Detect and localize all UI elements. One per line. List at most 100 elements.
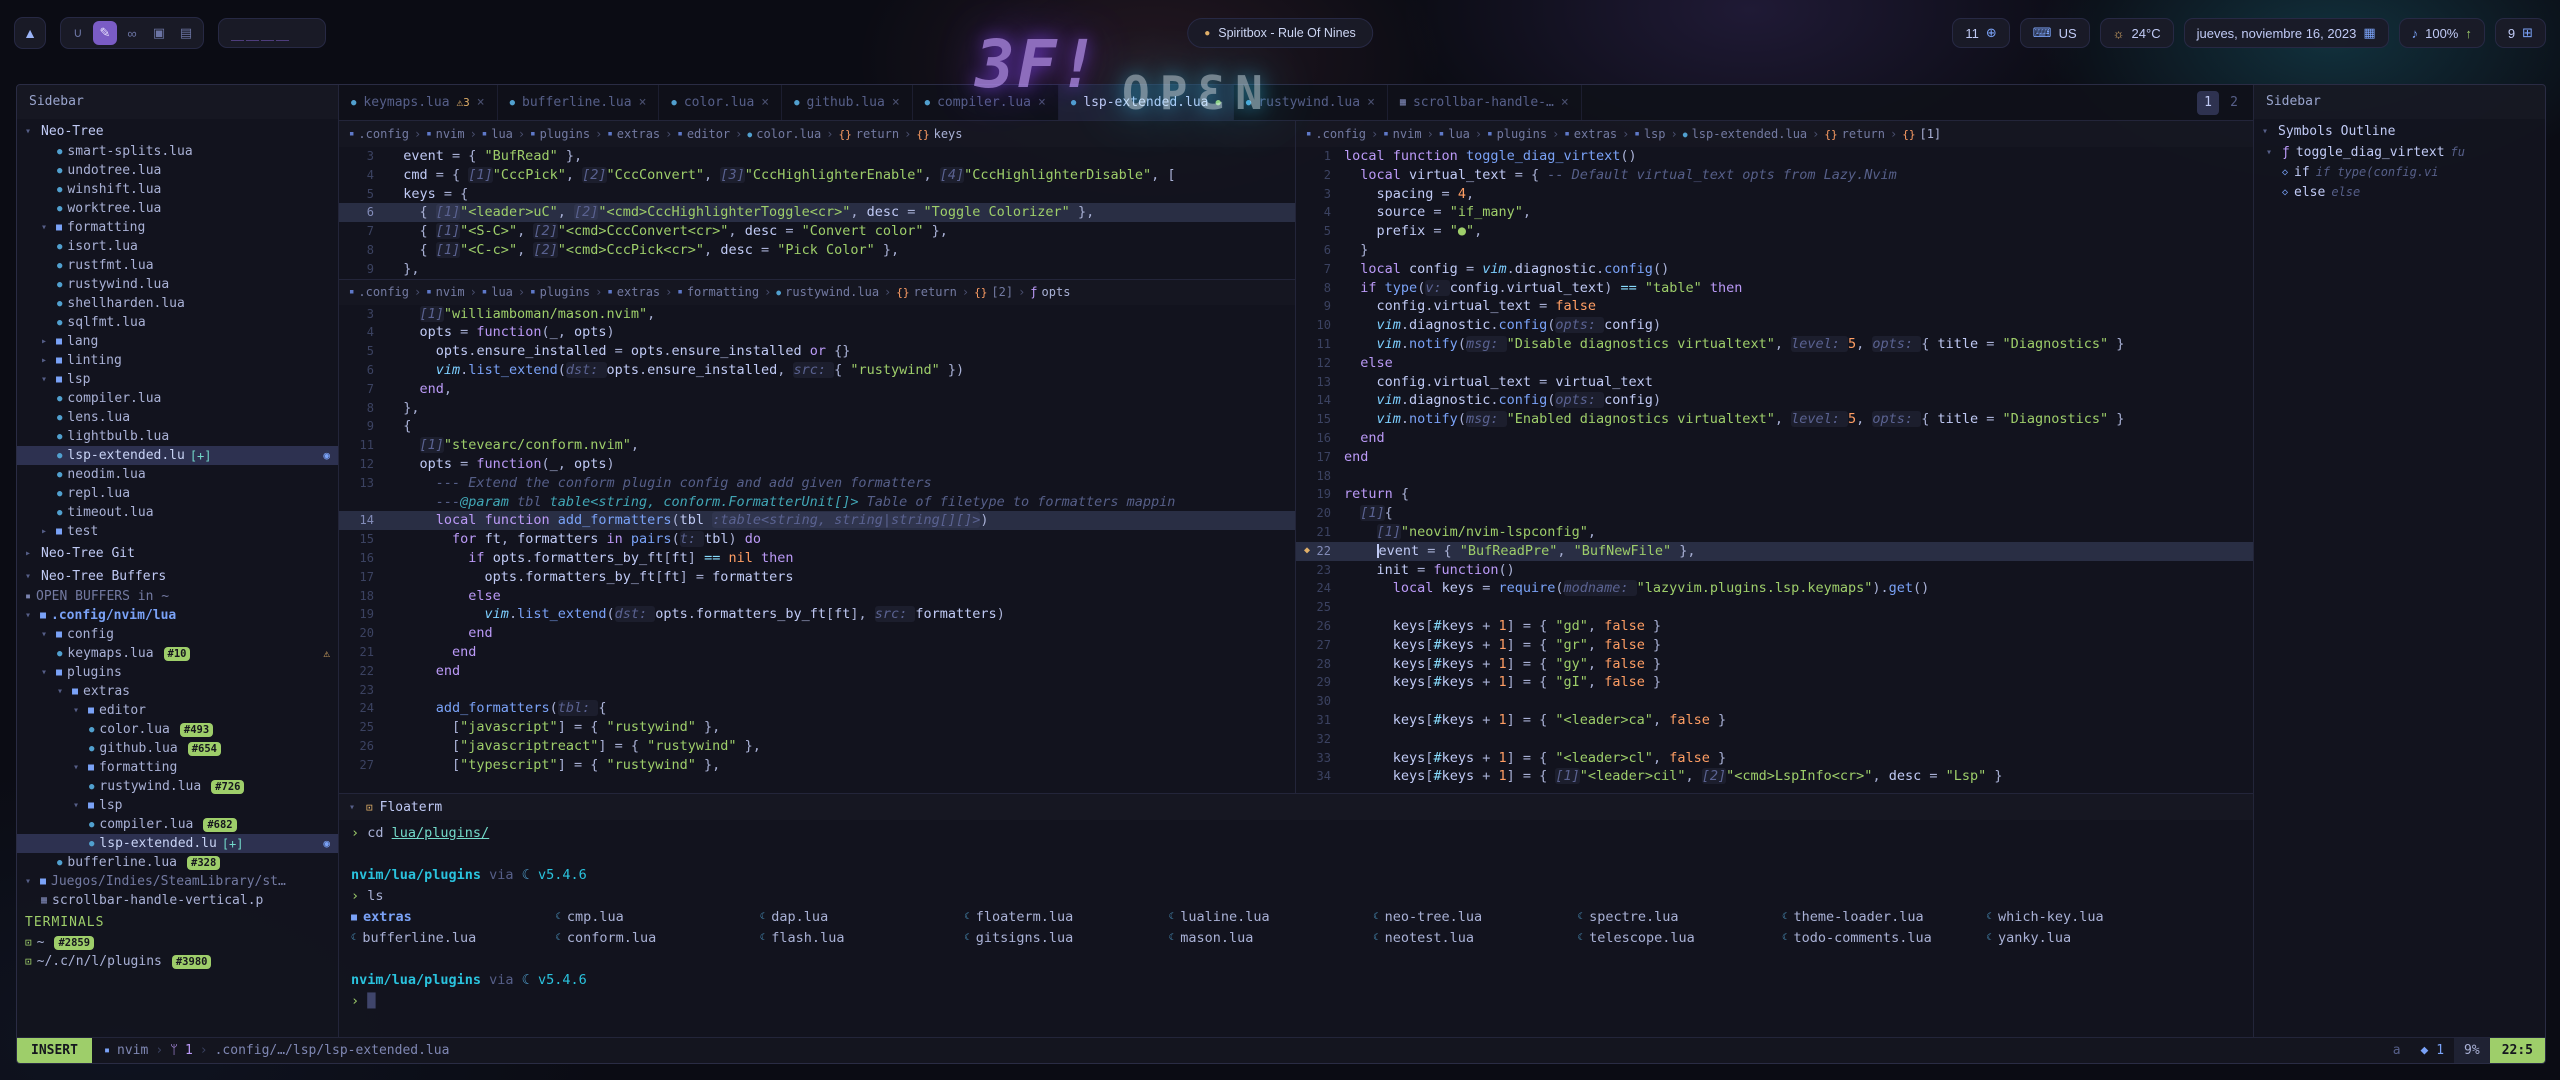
- code-line[interactable]: 22 end: [339, 662, 1295, 681]
- code-line[interactable]: 5 prefix = "●",: [1296, 222, 2253, 241]
- code-line[interactable]: 26 ["javascriptreact"] = { "rustywind" }…: [339, 737, 1295, 756]
- tree-item[interactable]: ●lsp-extended.lu[+]◉: [17, 446, 338, 465]
- breadcrumb-item[interactable]: ▪lua: [482, 285, 513, 299]
- code-line[interactable]: 28 keys[#keys + 1] = { "gy", false }: [1296, 655, 2253, 674]
- code-line[interactable]: 12 else: [1296, 354, 2253, 373]
- code-line[interactable]: 14 local function add_formatters(tbl :ta…: [339, 511, 1295, 530]
- code-line[interactable]: 34 keys[#keys + 1] = { [1]"<leader>cil",…: [1296, 767, 2253, 786]
- tree-item[interactable]: ●neodim.lua: [17, 465, 338, 484]
- breadcrumb-item[interactable]: ▪formatting: [677, 285, 759, 299]
- outline-item[interactable]: ◇ifif type(config.vi: [2254, 162, 2545, 182]
- code-line[interactable]: 9 {: [339, 417, 1295, 436]
- code-line[interactable]: 30: [1296, 692, 2253, 711]
- tree-item[interactable]: ▸■lang: [17, 332, 338, 351]
- tree-item[interactable]: ●rustywind.lua#726: [17, 777, 338, 796]
- tab[interactable]: ●bufferline.lua×: [498, 85, 660, 120]
- code-line[interactable]: 20 end: [339, 624, 1295, 643]
- code-line[interactable]: 27 keys[#keys + 1] = { "gr", false }: [1296, 636, 2253, 655]
- floaterm-terminal[interactable]: › cd lua/plugins/nvim/lua/plugins via ☾ …: [339, 820, 2253, 1037]
- breadcrumb-item[interactable]: {}[1]: [1902, 127, 1941, 141]
- tree-item[interactable]: ▪OPEN BUFFERS in ~: [17, 587, 338, 606]
- tree-item[interactable]: ●repl.lua: [17, 484, 338, 503]
- tree-item[interactable]: ▾■extras: [17, 682, 338, 701]
- tree-section-header[interactable]: TERMINALS: [17, 910, 338, 933]
- code-line[interactable]: 4 cmd = { [1]"CccPick", [2]"CccConvert",…: [339, 166, 1295, 185]
- code-line[interactable]: 17end: [1296, 448, 2253, 467]
- music-pill[interactable]: ● Spiritbox - Rule Of Nines: [1187, 18, 1373, 48]
- tree-section-header[interactable]: ▾Neo-Tree: [17, 119, 338, 142]
- breadcrumb-item[interactable]: ▪lsp: [1634, 127, 1665, 141]
- topbar-widget-button[interactable]: ∞: [120, 21, 144, 45]
- breadcrumb-item[interactable]: ▪.config: [1306, 127, 1366, 141]
- volume-pill[interactable]: ♪100%↑: [2399, 18, 2485, 48]
- tree-item[interactable]: ▦scrollbar-handle-vertical.p: [17, 891, 338, 910]
- code-area[interactable]: 1local function toggle_diag_virtext()2 l…: [1296, 147, 2253, 786]
- code-line[interactable]: 9 config.virtual_text = false: [1296, 297, 2253, 316]
- topbar-widget-button[interactable]: ▣: [147, 21, 171, 45]
- tab[interactable]: ▦scrollbar-handle-…×: [1388, 85, 1582, 120]
- close-icon[interactable]: ×: [1038, 95, 1046, 110]
- code-line[interactable]: 24 local keys = require(modname: "lazyvi…: [1296, 579, 2253, 598]
- code-line[interactable]: 32: [1296, 730, 2253, 749]
- tree-item[interactable]: ▾■formatting: [17, 218, 338, 237]
- tree-item[interactable]: ●worktree.lua: [17, 199, 338, 218]
- tree-item[interactable]: ●sqlfmt.lua: [17, 313, 338, 332]
- outline-item[interactable]: ▾ƒtoggle_diag_virtextfu: [2254, 142, 2545, 162]
- tree-section-header[interactable]: ▸Neo-Tree Git: [17, 541, 338, 564]
- tree-item[interactable]: ▾■lsp: [17, 370, 338, 389]
- tree-item[interactable]: ●compiler.lua: [17, 389, 338, 408]
- tab[interactable]: ●lsp-extended.lua●: [1059, 85, 1234, 120]
- tree-item[interactable]: ●isort.lua: [17, 237, 338, 256]
- breadcrumb-item[interactable]: ▪nvim: [426, 127, 464, 141]
- tree-item[interactable]: ▾■plugins: [17, 663, 338, 682]
- keyboard-layout-pill[interactable]: ⌨US: [2020, 18, 2090, 48]
- topbar-widget-button[interactable]: ▤: [174, 21, 198, 45]
- code-line[interactable]: 19return {: [1296, 485, 2253, 504]
- code-line[interactable]: 3 spacing = 4,: [1296, 185, 2253, 204]
- code-line[interactable]: 3 [1]"williamboman/mason.nvim",: [339, 305, 1295, 324]
- code-line[interactable]: 12 opts = function(_, opts): [339, 455, 1295, 474]
- breadcrumb-item[interactable]: ▪.config: [349, 285, 409, 299]
- code-line[interactable]: 4 source = "if_many",: [1296, 203, 2253, 222]
- breadcrumb-item[interactable]: ƒopts: [1030, 285, 1070, 299]
- breadcrumb-item[interactable]: ●lsp-extended.lua: [1683, 127, 1807, 141]
- breadcrumb-item[interactable]: {}return: [839, 127, 900, 141]
- code-line[interactable]: 25 ["javascript"] = { "rustywind" },: [339, 718, 1295, 737]
- tree-item[interactable]: ●rustfmt.lua: [17, 256, 338, 275]
- code-line[interactable]: 13 --- Extend the conform plugin config …: [339, 474, 1295, 493]
- code-line[interactable]: 6 vim.list_extend(dst: opts.ensure_insta…: [339, 361, 1295, 380]
- tree-item[interactable]: ▾■config: [17, 625, 338, 644]
- code-line[interactable]: 21 [1]"neovim/nvim-lspconfig",: [1296, 523, 2253, 542]
- code-line[interactable]: 6 }: [1296, 241, 2253, 260]
- topbar-widget-button[interactable]: ✎: [93, 21, 117, 45]
- code-line[interactable]: ---@param tbl table<string, conform.Form…: [339, 493, 1295, 512]
- tree-item[interactable]: ●color.lua#493: [17, 720, 338, 739]
- symbols-outline-header[interactable]: ▾ Symbols Outline: [2254, 119, 2545, 142]
- tree-item[interactable]: ●smart-splits.lua: [17, 142, 338, 161]
- tree-item[interactable]: ●lsp-extended.lu[+]◉: [17, 834, 338, 853]
- tree-item[interactable]: ▾■lsp: [17, 796, 338, 815]
- tree-item[interactable]: ●undotree.lua: [17, 161, 338, 180]
- code-line[interactable]: 26 keys[#keys + 1] = { "gd", false }: [1296, 617, 2253, 636]
- tree-item[interactable]: ●github.lua#654: [17, 739, 338, 758]
- code-line[interactable]: 5 keys = {: [339, 185, 1295, 204]
- close-icon[interactable]: ×: [1367, 95, 1375, 110]
- code-line[interactable]: 21 end: [339, 643, 1295, 662]
- editor-pane-color-lua[interactable]: ▪.config›▪nvim›▪lua›▪plugins›▪extras›▪ed…: [339, 121, 1295, 279]
- code-area[interactable]: 3 [1]"williamboman/mason.nvim",4 opts = …: [339, 305, 1295, 775]
- topbar-widget-button[interactable]: ∪: [66, 21, 90, 45]
- code-line[interactable]: 4 opts = function(_, opts): [339, 323, 1295, 342]
- tab[interactable]: ●keymaps.lua⚠3×: [339, 85, 498, 120]
- tree-item[interactable]: ●winshift.lua: [17, 180, 338, 199]
- tab-page-button[interactable]: 1: [2197, 91, 2219, 115]
- search-input[interactable]: [229, 25, 315, 42]
- code-line[interactable]: 6 { [1]"<leader>uC", [2]"<cmd>CccHighlig…: [339, 203, 1295, 222]
- code-line[interactable]: 2 local virtual_text = { -- Default virt…: [1296, 166, 2253, 185]
- tree-item[interactable]: ●keymaps.lua#10⚠: [17, 644, 338, 663]
- code-line[interactable]: ◆22 event = { "BufReadPre", "BufNewFile"…: [1296, 542, 2253, 561]
- tree-item[interactable]: ⊡~/.c/n/l/plugins#3980: [17, 952, 338, 971]
- tree-item[interactable]: ●bufferline.lua#328: [17, 853, 338, 872]
- code-line[interactable]: 29 keys[#keys + 1] = { "gI", false }: [1296, 673, 2253, 692]
- breadcrumb-item[interactable]: {}return: [896, 285, 957, 299]
- date-pill[interactable]: jueves, noviembre 16, 2023▦: [2184, 18, 2389, 48]
